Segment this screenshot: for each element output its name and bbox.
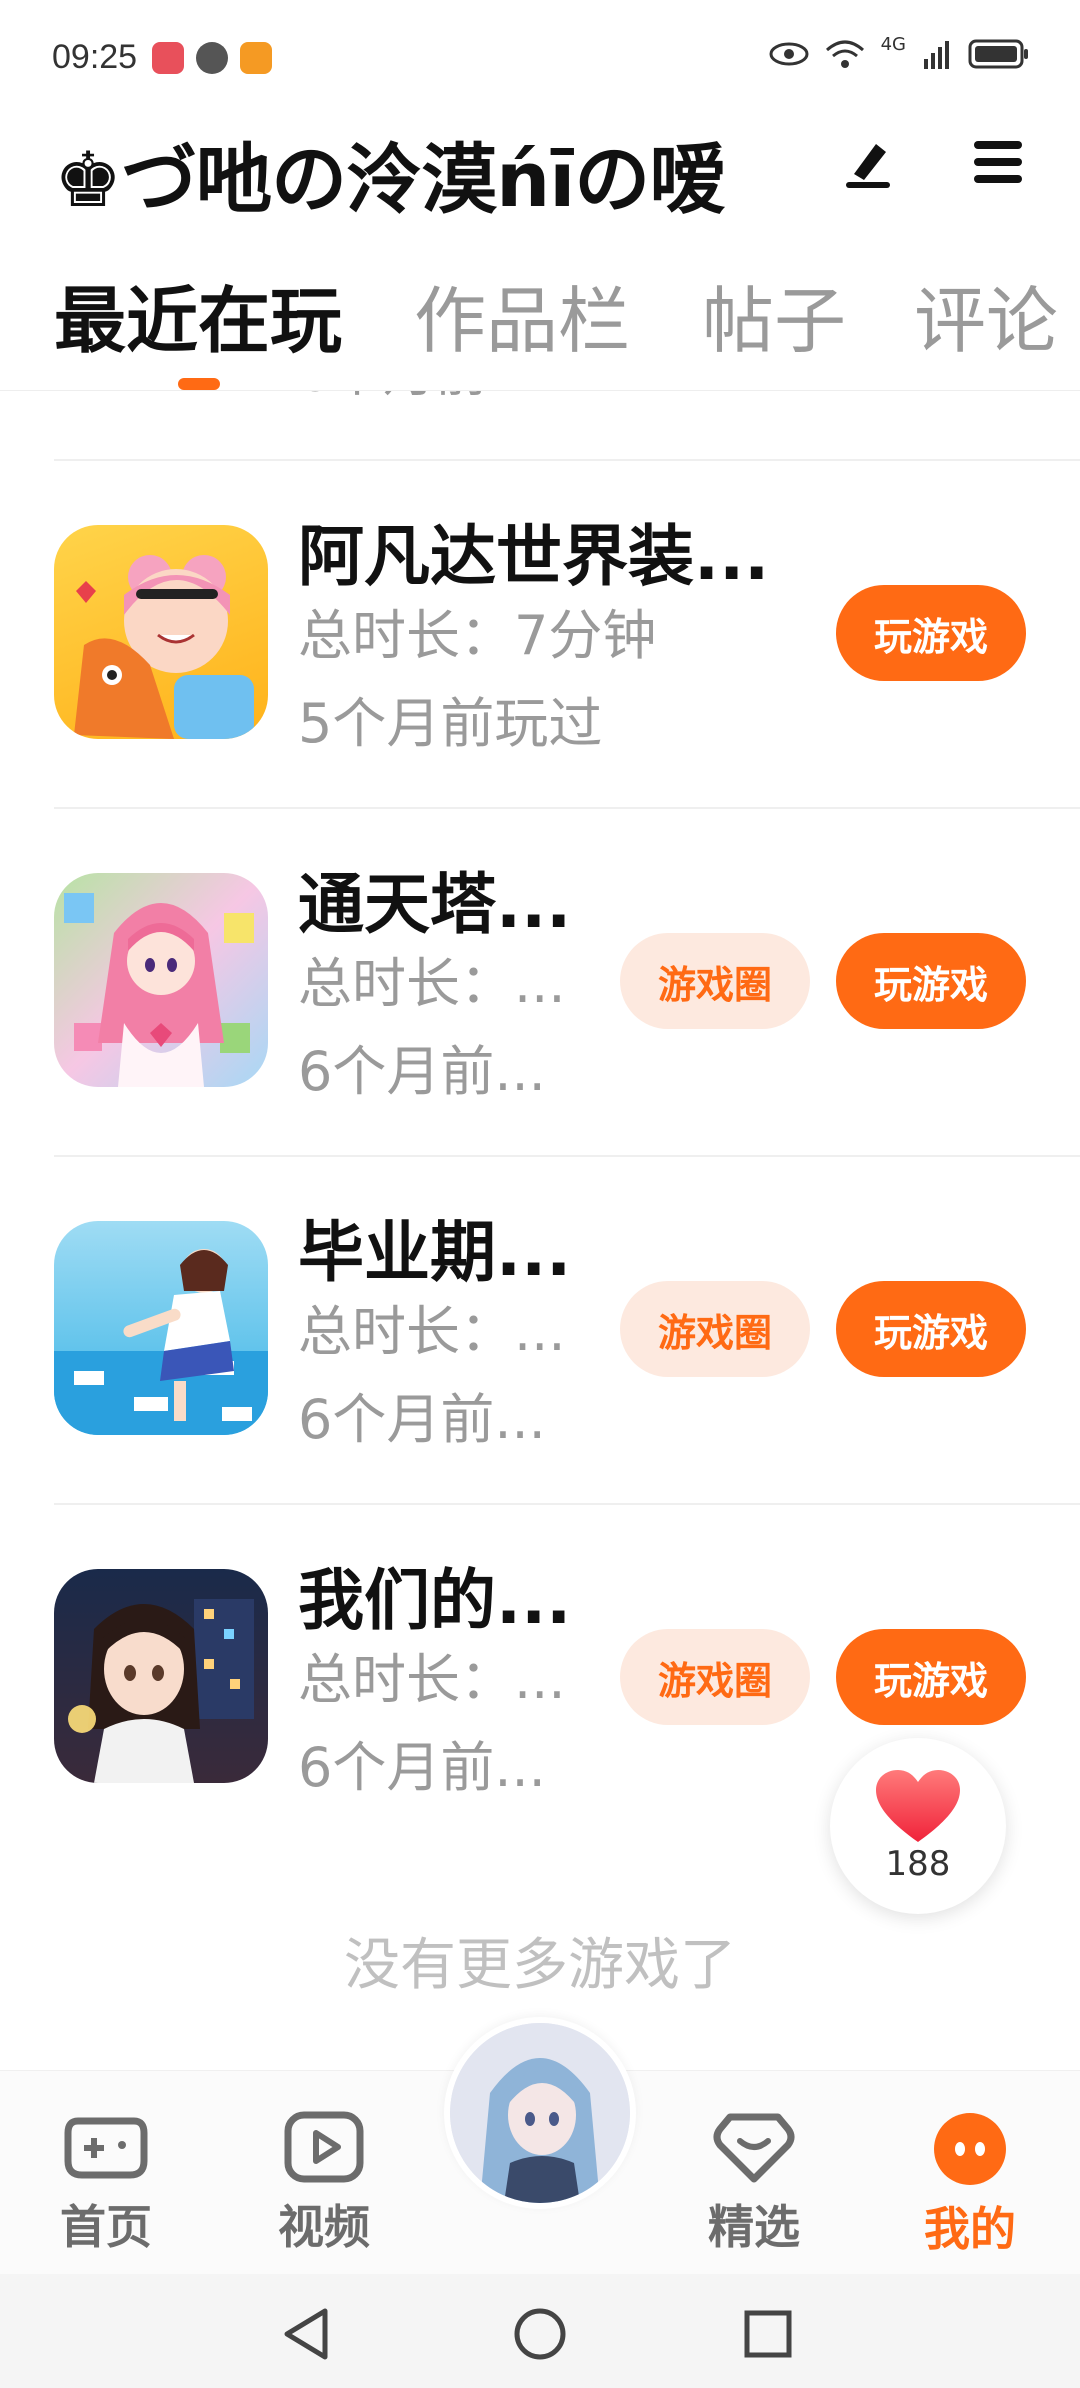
home-circle-icon	[514, 2308, 566, 2360]
avatar-world-artwork	[74, 555, 254, 739]
play-game-button[interactable]: 玩游戏	[836, 933, 1026, 1029]
nav-me[interactable]: 我的	[900, 2111, 1040, 2259]
recents-square-icon	[744, 2310, 792, 2358]
our-story-artwork	[68, 1599, 254, 1783]
no-more-games-text: 没有更多游戏了	[344, 1933, 736, 1998]
battery-icon	[968, 39, 1028, 69]
system-recents-button[interactable]	[738, 2304, 798, 2364]
avatar-artwork	[450, 2023, 630, 2203]
avatar	[450, 2023, 630, 2203]
partial-last-played: 6个月前...	[298, 391, 537, 406]
eye-icon	[769, 42, 809, 66]
system-back-button[interactable]	[276, 2304, 336, 2364]
game-icon	[54, 1221, 268, 1435]
nav-home-label: 首页	[60, 2200, 152, 2254]
list-item[interactable]: 通天塔... 总时长：... 6个月前... 游戏圈 玩游戏	[0, 809, 1080, 1157]
back-triangle-icon	[284, 2308, 328, 2360]
game-duration: 总时长：7分钟	[298, 604, 657, 667]
heart-badge-icon	[713, 2113, 795, 2183]
game-duration: 总时长：...	[298, 952, 566, 1015]
game-icon	[54, 525, 268, 739]
game-duration: 总时长：...	[298, 1648, 566, 1711]
header-actions	[836, 130, 1030, 194]
signal-icon	[924, 41, 949, 69]
profile-face-icon	[934, 2113, 1006, 2185]
system-navigation-bar	[0, 2274, 1080, 2388]
gamepad-icon	[64, 2117, 148, 2179]
nav-center-avatar-button[interactable]	[444, 2017, 636, 2209]
game-last-played: 5个月前玩过	[298, 692, 603, 755]
game-icon	[54, 873, 268, 1087]
tab-comments[interactable]: 评论	[914, 262, 1058, 367]
status-bar: 09:25 4G	[0, 0, 1080, 120]
game-name: 毕业期...	[298, 1214, 572, 1291]
bottom-navigation: 首页 视频 精选 我的	[0, 2017, 1080, 2274]
game-circle-button[interactable]: 游戏圈	[620, 933, 810, 1029]
hamburger-menu-icon	[974, 141, 1022, 183]
profile-tabs: 最近在玩 作品栏 帖子 评论	[0, 262, 1080, 390]
list-item[interactable]: 阿凡达世界装... 总时长：7分钟 5个月前玩过 玩游戏	[0, 461, 1080, 809]
notification-icons	[152, 42, 272, 74]
pen-icon	[846, 144, 890, 188]
game-last-played: 6个月前...	[298, 1040, 546, 1103]
edit-button[interactable]	[836, 130, 900, 194]
video-play-icon	[284, 2111, 364, 2183]
like-count: 188	[885, 1844, 951, 1884]
app-notification-icon	[152, 42, 184, 74]
heart-icon	[876, 1770, 960, 1842]
game-name: 阿凡达世界装...	[298, 518, 770, 595]
game-name: 通天塔...	[298, 866, 572, 943]
nav-featured[interactable]: 精选	[684, 2111, 824, 2257]
menu-button[interactable]	[966, 130, 1030, 194]
page-title: ♚づ吔の泠漠ńīの嗳	[54, 135, 725, 224]
status-right: 4G	[769, 34, 1030, 70]
game-last-played: 6个月前...	[298, 1736, 546, 1799]
play-game-button[interactable]: 玩游戏	[836, 1281, 1026, 1377]
tab-indicator	[178, 378, 220, 390]
game-last-played: 6个月前...	[298, 1388, 546, 1451]
game-name: 我们的...	[298, 1562, 572, 1639]
tab-works[interactable]: 作品栏	[414, 262, 630, 367]
nav-video[interactable]: 视频	[254, 2111, 394, 2257]
game-icon	[54, 1569, 268, 1783]
graduation-artwork	[54, 1249, 268, 1435]
message-bubble-icon	[196, 42, 228, 74]
list-item-partial[interactable]: 6个月前...	[0, 391, 1080, 449]
nav-home[interactable]: 首页	[36, 2111, 176, 2257]
video-app-icon	[240, 42, 272, 74]
status-time: 09:25	[52, 38, 138, 76]
game-circle-button[interactable]: 游戏圈	[620, 1281, 810, 1377]
nav-me-label: 我的	[924, 2202, 1016, 2256]
tab-posts[interactable]: 帖子	[702, 262, 846, 367]
nav-featured-label: 精选	[708, 2200, 800, 2254]
play-game-button[interactable]: 玩游戏	[836, 1629, 1026, 1725]
game-duration: 总时长：...	[298, 1300, 566, 1363]
list-item[interactable]: 毕业期... 总时长：... 6个月前... 游戏圈 玩游戏	[0, 1157, 1080, 1505]
tab-recent-played[interactable]: 最近在玩	[54, 262, 342, 367]
network-type-label: 4G	[880, 33, 906, 55]
like-button[interactable]: 188	[830, 1738, 1006, 1914]
babel-tower-artwork	[64, 893, 254, 1087]
system-home-button[interactable]	[510, 2304, 570, 2364]
wifi-icon	[825, 40, 864, 68]
nav-video-label: 视频	[278, 2200, 370, 2254]
game-circle-button[interactable]: 游戏圈	[620, 1629, 810, 1725]
play-game-button[interactable]: 玩游戏	[836, 585, 1026, 681]
